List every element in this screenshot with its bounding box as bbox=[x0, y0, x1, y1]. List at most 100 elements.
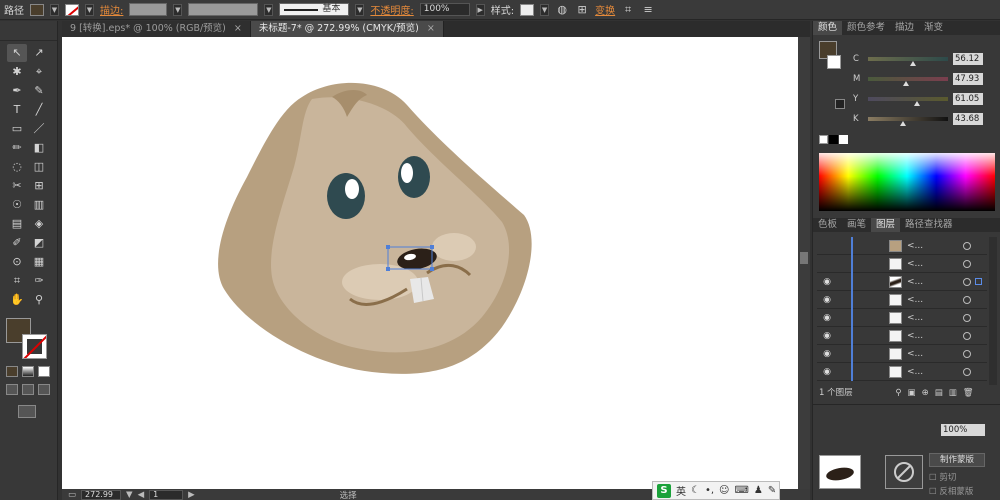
close-tab-icon[interactable]: × bbox=[234, 23, 242, 34]
make-mask-button[interactable]: 制作蒙版 bbox=[929, 453, 985, 467]
layer-name[interactable]: <... bbox=[907, 259, 923, 269]
style-swatch[interactable] bbox=[520, 3, 535, 16]
tool-19-icon[interactable]: ◈ bbox=[29, 215, 49, 233]
layers-tab-2[interactable]: 图层 bbox=[871, 218, 901, 232]
close-tab-icon[interactable]: × bbox=[427, 23, 435, 34]
color-tab-3[interactable]: 渐变 bbox=[919, 21, 948, 35]
color-tab-1[interactable]: 颜色参考 bbox=[842, 21, 890, 35]
moon-icon[interactable]: ☾ bbox=[691, 485, 700, 496]
document-tab-0[interactable]: 9 [转换].eps* @ 100% (RGB/预览) × bbox=[62, 21, 251, 37]
scroll-thumb[interactable] bbox=[800, 252, 808, 264]
tool-7-icon[interactable]: ╱ bbox=[29, 101, 49, 119]
tool-22-icon[interactable]: ⊙ bbox=[7, 253, 27, 271]
target-circle-icon[interactable] bbox=[963, 332, 971, 340]
tool-4-icon[interactable]: ✒ bbox=[7, 82, 27, 100]
layer-row[interactable]: ◉ <... bbox=[817, 273, 987, 291]
tool-0-icon[interactable]: ↖ bbox=[7, 44, 27, 62]
tools-grip[interactable] bbox=[0, 21, 57, 41]
opacity-dropdown[interactable]: ▶ bbox=[475, 3, 485, 16]
visibility-eye-icon[interactable]: ◉ bbox=[821, 349, 833, 359]
slider-knob[interactable] bbox=[909, 61, 916, 66]
channel-value-field[interactable]: 47.93 bbox=[953, 73, 983, 85]
color-tab-0[interactable]: 颜色 bbox=[813, 21, 843, 35]
black-swatch[interactable] bbox=[829, 135, 838, 144]
color-spectrum[interactable] bbox=[819, 153, 995, 211]
tool-24-icon[interactable]: ⌗ bbox=[7, 272, 27, 290]
opacity-label[interactable]: 不透明度: bbox=[370, 2, 413, 17]
transform-label[interactable]: 变换 bbox=[595, 2, 615, 17]
punct-icon[interactable]: •, bbox=[705, 485, 714, 496]
channel-value-field[interactable]: 43.68 bbox=[953, 113, 983, 125]
brush-dropdown[interactable]: ▼ bbox=[355, 3, 365, 16]
user-icon[interactable]: ♟ bbox=[754, 485, 763, 496]
layer-name[interactable]: <... bbox=[907, 331, 923, 341]
canvas-vertical-scrollbar[interactable] bbox=[798, 37, 810, 489]
stroke-color-box[interactable] bbox=[22, 334, 47, 359]
tool-3-icon[interactable]: ⌖ bbox=[29, 63, 49, 81]
tool-20-icon[interactable]: ✐ bbox=[7, 234, 27, 252]
draw-behind-icon[interactable] bbox=[22, 384, 34, 395]
stroke-label[interactable]: 描边: bbox=[100, 2, 123, 17]
none-swatch[interactable] bbox=[819, 135, 828, 144]
tool-1-icon[interactable]: ↗ bbox=[29, 44, 49, 62]
zoom-dropdown[interactable]: ▼ bbox=[126, 490, 133, 500]
style-dropdown[interactable]: ▼ bbox=[540, 3, 550, 16]
tools-icon[interactable]: ✎ bbox=[768, 485, 776, 496]
variable-width-field[interactable] bbox=[188, 3, 259, 16]
slider-knob[interactable] bbox=[899, 121, 906, 126]
tool-18-icon[interactable]: ▤ bbox=[7, 215, 27, 233]
layer-row[interactable]: ◉ <... bbox=[817, 327, 987, 345]
layer-row[interactable]: ◉ <... bbox=[817, 363, 987, 381]
white-swatch[interactable] bbox=[839, 135, 848, 144]
target-circle-icon[interactable] bbox=[963, 350, 971, 358]
transparency-opacity[interactable]: 100% bbox=[941, 424, 985, 436]
tool-23-icon[interactable]: ▦ bbox=[29, 253, 49, 271]
layers-tab-0[interactable]: 色板 bbox=[813, 218, 842, 232]
align-icon[interactable]: ⊞ bbox=[575, 3, 589, 17]
draw-inside-icon[interactable] bbox=[38, 384, 50, 395]
artboard-field[interactable]: 1 bbox=[149, 489, 184, 500]
slider-knob[interactable] bbox=[903, 81, 910, 86]
target-circle-icon[interactable] bbox=[963, 368, 971, 376]
visibility-eye-icon[interactable]: ◉ bbox=[821, 331, 833, 341]
layer-name[interactable]: <... bbox=[907, 295, 923, 305]
tool-9-icon[interactable]: ／ bbox=[29, 120, 49, 138]
layers-tab-3[interactable]: 路径查找器 bbox=[900, 218, 958, 232]
mask-thumbnail[interactable] bbox=[885, 455, 923, 489]
recolor-icon[interactable]: ◍ bbox=[555, 3, 569, 17]
channel-slider[interactable] bbox=[868, 77, 948, 86]
channel-value-field[interactable]: 56.12 bbox=[953, 53, 983, 65]
visibility-eye-icon[interactable]: ◉ bbox=[821, 295, 833, 305]
opacity-field[interactable]: 100% bbox=[419, 3, 470, 16]
stroke-weight-field[interactable] bbox=[129, 3, 168, 16]
layer-name[interactable]: <... bbox=[907, 241, 923, 251]
target-circle-icon[interactable] bbox=[963, 296, 971, 304]
visibility-eye-icon[interactable]: ◉ bbox=[821, 367, 833, 377]
layer-row[interactable]: <... bbox=[817, 255, 987, 273]
channel-slider[interactable] bbox=[868, 117, 948, 126]
layer-name[interactable]: <... bbox=[907, 367, 923, 377]
layer-name[interactable]: <... bbox=[907, 313, 923, 323]
channel-value-field[interactable]: 61.05 bbox=[953, 93, 983, 105]
tool-21-icon[interactable]: ◩ bbox=[29, 234, 49, 252]
slider-knob[interactable] bbox=[913, 101, 920, 106]
color-stroke-swatch[interactable] bbox=[827, 55, 841, 69]
tool-5-icon[interactable]: ✎ bbox=[29, 82, 49, 100]
stroke-swatch[interactable] bbox=[65, 3, 79, 16]
tool-10-icon[interactable]: ✏ bbox=[7, 139, 27, 157]
channel-slider[interactable] bbox=[868, 57, 948, 66]
selection-indicator[interactable] bbox=[975, 278, 982, 285]
tool-6-icon[interactable]: T bbox=[7, 101, 27, 119]
isolate-icon[interactable]: ⌗ bbox=[621, 3, 635, 17]
next-artboard-icon[interactable]: ▶ bbox=[188, 490, 195, 500]
tool-26-icon[interactable]: ✋ bbox=[7, 291, 27, 309]
channel-slider[interactable] bbox=[868, 97, 948, 106]
layers-tab-1[interactable]: 画笔 bbox=[842, 218, 871, 232]
zoom-field[interactable]: 272.99 bbox=[81, 489, 122, 500]
prev-artboard-icon[interactable]: ◀ bbox=[138, 490, 145, 500]
clip-checkbox[interactable]: ☐ 剪切 bbox=[929, 471, 956, 483]
layer-row[interactable]: ◉ <... bbox=[817, 309, 987, 327]
layer-footer-icons[interactable]: ⚲▣⊕▤▥🗑 bbox=[895, 388, 979, 398]
artboard-canvas[interactable] bbox=[62, 37, 798, 489]
layer-name[interactable]: <... bbox=[907, 277, 923, 287]
